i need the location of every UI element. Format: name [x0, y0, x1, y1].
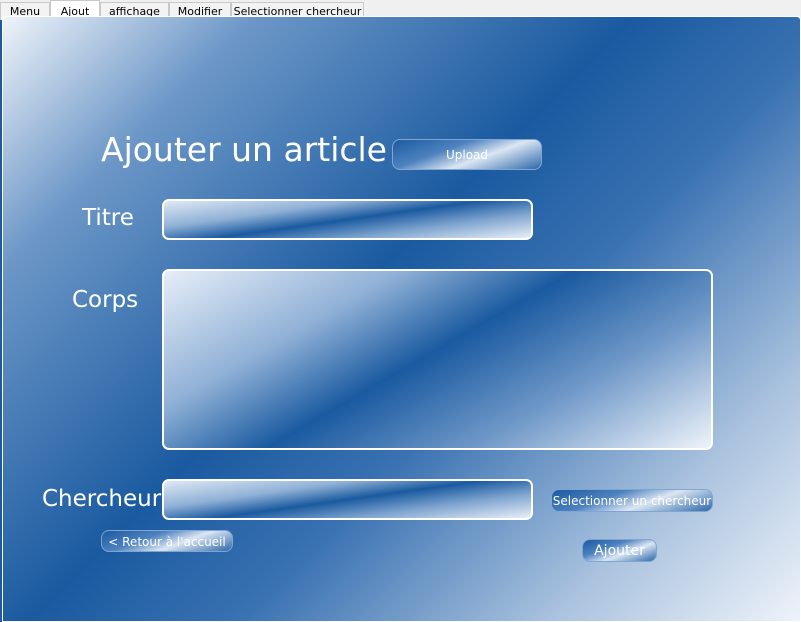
chercheur-label: Chercheur [42, 486, 162, 512]
upload-button[interactable]: Upload [392, 139, 542, 170]
select-chercheur-button[interactable]: Selectionner un chercheur [551, 489, 713, 512]
corps-textarea[interactable] [162, 269, 713, 450]
titre-label: Titre [82, 205, 134, 231]
titre-input[interactable] [162, 199, 533, 240]
back-home-button[interactable]: < Retour à l'accueil [101, 530, 233, 552]
page-title: Ajouter un article [101, 130, 387, 169]
ajouter-button[interactable]: Ajouter [582, 539, 657, 562]
corps-label: Corps [72, 287, 139, 313]
chercheur-input[interactable] [162, 479, 533, 520]
